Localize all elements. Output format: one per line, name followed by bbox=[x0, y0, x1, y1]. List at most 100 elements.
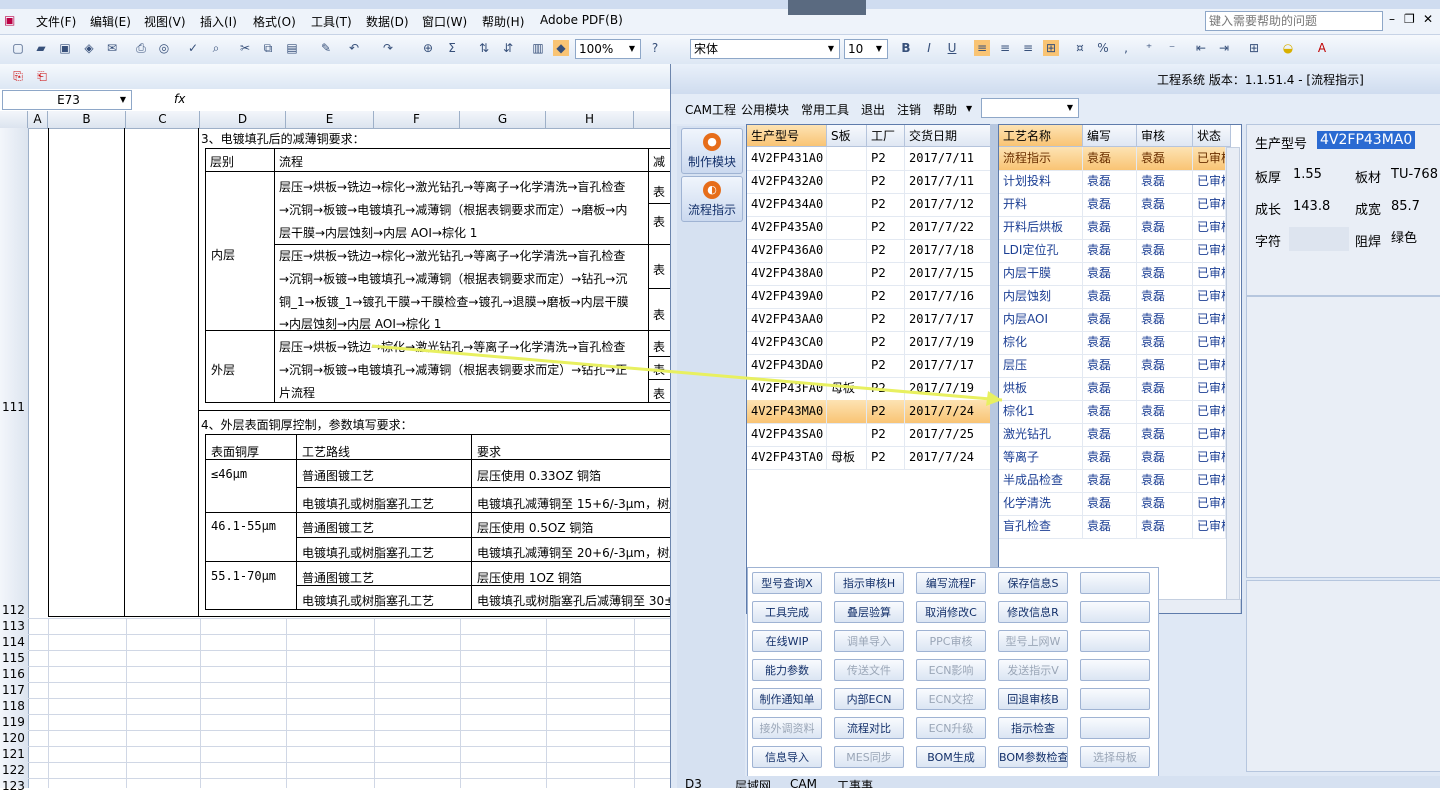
research-icon[interactable]: ⌕ bbox=[208, 40, 224, 56]
menu-tools[interactable]: 工具(T) bbox=[311, 13, 352, 30]
menu-adobe-pdf[interactable]: Adobe PDF(B) bbox=[540, 13, 623, 27]
menu-window[interactable]: 窗口(W) bbox=[422, 13, 467, 30]
decrease-decimal-icon[interactable]: ⁻ bbox=[1164, 40, 1180, 56]
action-button[interactable]: BOM生成 bbox=[916, 746, 986, 768]
column-header[interactable]: 审核 bbox=[1137, 125, 1193, 147]
increase-decimal-icon[interactable]: ⁺ bbox=[1141, 40, 1157, 56]
column-header[interactable]: H bbox=[546, 111, 634, 128]
autosum-icon[interactable]: Σ bbox=[444, 40, 460, 56]
action-button[interactable]: 指示审核H bbox=[834, 572, 904, 594]
save-icon[interactable]: ▣ bbox=[57, 40, 73, 56]
cam-menu-item[interactable]: 常用工具 bbox=[801, 101, 849, 118]
bold-icon[interactable]: B bbox=[898, 40, 914, 56]
model-row[interactable]: 4V2FP43DA0 P2 2017/7/17 bbox=[747, 354, 991, 378]
action-button[interactable]: PPC审核 bbox=[916, 630, 986, 652]
floating-toolbar-handle[interactable] bbox=[788, 0, 866, 15]
name-box[interactable]: E73 ▼ bbox=[2, 90, 132, 110]
process-row[interactable]: 内层干膜袁磊袁磊已审核 bbox=[999, 262, 1226, 286]
action-button[interactable]: 修改信息R bbox=[998, 601, 1068, 623]
process-row[interactable]: 层压袁磊袁磊已审核 bbox=[999, 354, 1226, 378]
action-button[interactable]: 制作通知单 bbox=[752, 688, 822, 710]
menu-file[interactable]: 文件(F) bbox=[36, 13, 76, 30]
column-header[interactable]: S板 bbox=[827, 125, 867, 147]
process-row[interactable]: 烘板袁磊袁磊已审核 bbox=[999, 377, 1226, 401]
print-icon[interactable]: ⎙ bbox=[133, 40, 149, 56]
process-row[interactable]: 内层AOI袁磊袁磊已审核 bbox=[999, 308, 1226, 332]
model-row[interactable]: 4V2FP435A0 P2 2017/7/22 bbox=[747, 216, 991, 240]
decrease-indent-icon[interactable]: ⇤ bbox=[1193, 40, 1209, 56]
action-button[interactable]: 发送指示V bbox=[998, 659, 1068, 681]
pdf-convert-icon[interactable]: ⎘ bbox=[10, 68, 26, 84]
menu-insert[interactable]: 插入(I) bbox=[200, 13, 237, 30]
row-header[interactable]: 111 bbox=[2, 400, 25, 414]
action-button[interactable]: 叠层验算 bbox=[834, 601, 904, 623]
column-header[interactable]: A bbox=[28, 111, 48, 128]
menu-view[interactable]: 视图(V) bbox=[144, 13, 186, 30]
process-row[interactable]: 激光钻孔袁磊袁磊已审核 bbox=[999, 423, 1226, 447]
action-button[interactable]: 型号上网W bbox=[998, 630, 1068, 652]
cam-menu-item[interactable]: 注销 bbox=[897, 101, 921, 118]
align-center-icon[interactable]: ≡ bbox=[997, 40, 1013, 56]
row-header[interactable]: 122 bbox=[2, 763, 25, 777]
column-header[interactable]: 状态 bbox=[1193, 125, 1231, 147]
model-row[interactable]: 4V2FP43MA0 P2 2017/7/24 bbox=[747, 400, 991, 424]
action-button[interactable]: 接外调资料 bbox=[752, 717, 822, 739]
column-header[interactable]: G bbox=[460, 111, 546, 128]
function-icon[interactable]: fx bbox=[174, 92, 185, 106]
model-row[interactable]: 4V2FP43SA0 P2 2017/7/25 bbox=[747, 423, 991, 447]
process-row[interactable]: 化学清洗袁磊袁磊已审核 bbox=[999, 492, 1226, 516]
action-button[interactable]: ECN影响 bbox=[916, 659, 986, 681]
pdf-email-icon[interactable]: ⎗ bbox=[34, 68, 50, 84]
action-button[interactable]: 指示检查 bbox=[998, 717, 1068, 739]
cam-menu-item[interactable]: 退出 bbox=[861, 101, 885, 118]
select-all-corner[interactable] bbox=[0, 111, 28, 128]
row-header[interactable]: 119 bbox=[2, 715, 25, 729]
paste-icon[interactable]: ▤ bbox=[284, 40, 300, 56]
borders-icon[interactable]: ⊞ bbox=[1246, 40, 1262, 56]
column-header[interactable]: C bbox=[126, 111, 200, 128]
action-button[interactable] bbox=[1080, 659, 1150, 681]
action-button[interactable] bbox=[1080, 572, 1150, 594]
format-painter-icon[interactable]: ✎ bbox=[318, 40, 334, 56]
sort-descending-icon[interactable]: ⇵ bbox=[500, 40, 516, 56]
help-search-input[interactable]: 键入需要帮助的问题 bbox=[1205, 11, 1383, 31]
model-row[interactable]: 4V2FP434A0 P2 2017/7/12 bbox=[747, 193, 991, 217]
process-row[interactable]: 内层蚀刻袁磊袁磊已审核 bbox=[999, 285, 1226, 309]
action-button[interactable]: 保存信息S bbox=[998, 572, 1068, 594]
merge-center-icon[interactable]: ⊞ bbox=[1043, 40, 1059, 56]
row-header[interactable]: 114 bbox=[2, 635, 25, 649]
undo-icon[interactable]: ↶ bbox=[346, 40, 362, 56]
italic-icon[interactable]: I bbox=[921, 40, 937, 56]
model-row[interactable]: 4V2FP439A0 P2 2017/7/16 bbox=[747, 285, 991, 309]
bottom-tab[interactable]: CAM bbox=[790, 777, 817, 788]
font-color-icon[interactable]: A bbox=[1314, 40, 1330, 56]
menu-help[interactable]: 帮助(H) bbox=[482, 13, 524, 30]
models-grid[interactable]: 生产型号 S板 工厂 交货日期 4V2FP431A0 P2 2017/7/11 4V2… bbox=[746, 124, 992, 614]
action-button[interactable]: 内部ECN bbox=[834, 688, 904, 710]
help-icon[interactable]: ? bbox=[647, 40, 663, 56]
model-row[interactable]: 4V2FP43TA0 母板 P2 2017/7/24 bbox=[747, 446, 991, 470]
process-grid[interactable]: 工艺名称 编写 审核 状态 流程指示袁磊袁磊已审核计划投料袁磊袁磊已审核开料袁磊… bbox=[998, 124, 1242, 614]
nav-make-module[interactable]: ● 制作模块 bbox=[681, 128, 743, 174]
row-header[interactable]: 121 bbox=[2, 747, 25, 761]
bottom-tab[interactable]: D3 bbox=[685, 777, 702, 788]
process-row[interactable]: 棕化袁磊袁磊已审核 bbox=[999, 331, 1226, 355]
cut-icon[interactable]: ✂ bbox=[237, 40, 253, 56]
copy-icon[interactable]: ⧉ bbox=[260, 40, 276, 56]
process-row[interactable]: 半成品检查袁磊袁磊已审核 bbox=[999, 469, 1226, 493]
action-button[interactable] bbox=[1080, 688, 1150, 710]
spelling-icon[interactable]: ✓ bbox=[185, 40, 201, 56]
redo-icon[interactable]: ↷ bbox=[380, 40, 396, 56]
column-header[interactable]: F bbox=[374, 111, 460, 128]
row-header[interactable]: 117 bbox=[2, 683, 25, 697]
open-folder-icon[interactable]: ▰ bbox=[33, 40, 49, 56]
column-header[interactable]: 生产型号 bbox=[747, 125, 827, 147]
action-button[interactable]: ECN升级 bbox=[916, 717, 986, 739]
column-header[interactable]: 工艺名称 bbox=[999, 125, 1083, 147]
process-row[interactable]: 计划投料袁磊袁磊已审核 bbox=[999, 170, 1226, 194]
action-button[interactable]: 回退审核B bbox=[998, 688, 1068, 710]
row-header[interactable]: 123 bbox=[2, 779, 25, 793]
align-left-icon[interactable]: ≡ bbox=[974, 40, 990, 56]
row-header[interactable]: 113 bbox=[2, 619, 25, 633]
process-row[interactable]: 流程指示袁磊袁磊已审核 bbox=[999, 147, 1226, 171]
